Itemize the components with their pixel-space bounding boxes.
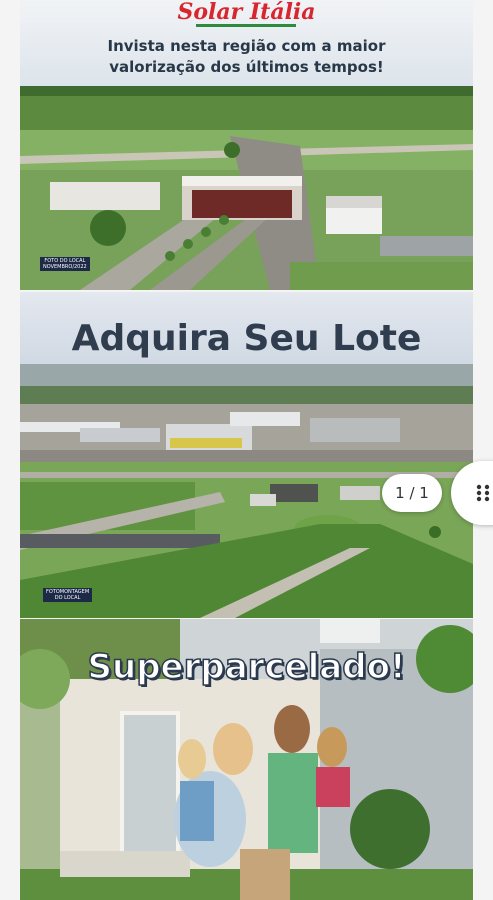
tagline-line-1: Invista nesta região com a maior [107,37,386,55]
caption-line-2: DO LOCAL [54,595,81,601]
photo-caption: FOTOMONTAGEM DO LOCAL [43,588,93,602]
caption-line-2: NOVEMBRO/2022 [43,264,87,270]
brand-underline [196,24,296,27]
brand-logo: Solar Itália [177,0,316,25]
slide-heading: Superparcelado! [87,646,406,688]
slide-1: Solar Itália Invista nesta região com a … [20,0,473,290]
tagline-line-2: valorização dos últimos tempos! [109,58,384,76]
slide-3: Superparcelado! [20,619,473,900]
page-indicator[interactable]: 1 / 1 [382,474,442,512]
slide-heading: Adquira Seu Lote [71,318,422,359]
slide-2: Adquira Seu Lote FOTOMONTAGEM DO LOCAL [20,292,473,618]
grid-dots-icon [476,484,490,502]
tagline: Invista nesta região com a maior valoriz… [80,36,413,78]
photo-caption: FOTO DO LOCAL NOVEMBRO/2022 [40,257,90,271]
